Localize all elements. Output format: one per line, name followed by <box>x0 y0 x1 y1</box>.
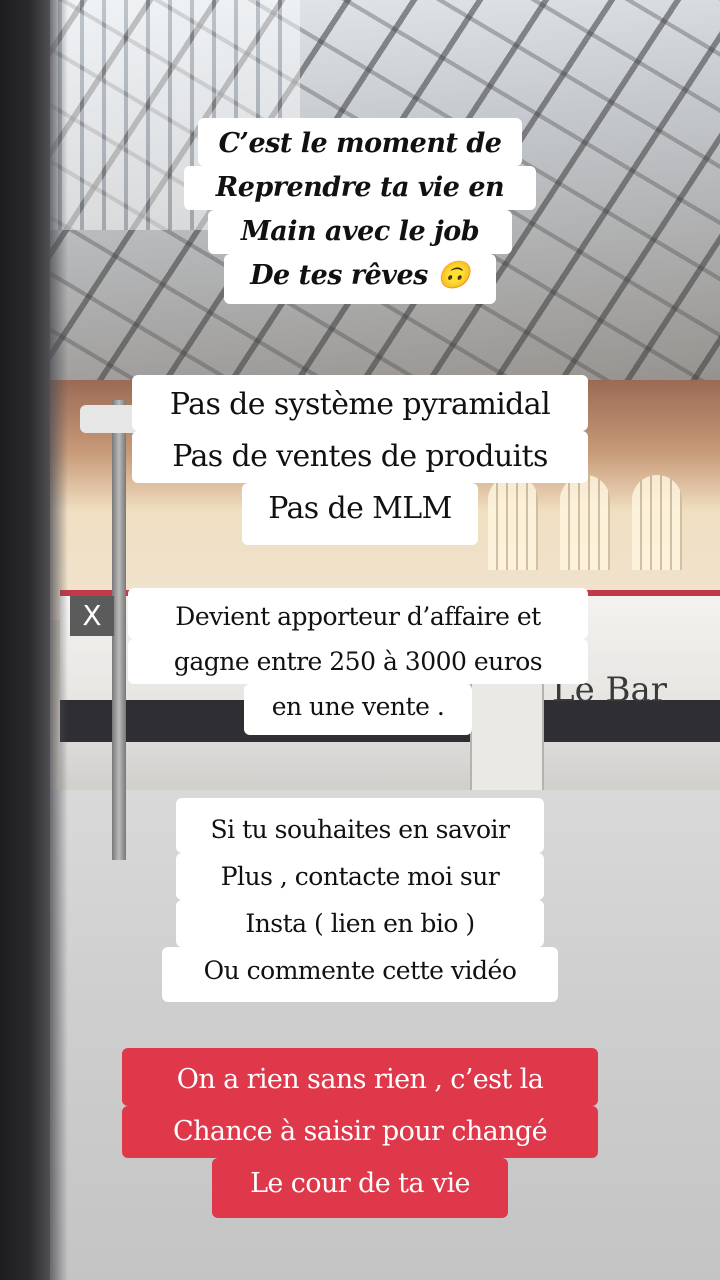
caption-line: On a rien sans rien , c’est la <box>122 1048 598 1106</box>
caption-line: Plus , contacte moi sur <box>176 853 544 900</box>
caption-line: Ou commente cette vidéo <box>162 947 558 1002</box>
caption-line: Reprendre ta vie en <box>184 166 536 210</box>
train-window-frame <box>0 0 50 1280</box>
caption-offer: Devient apporteur d’affaire et gagne ent… <box>128 588 588 735</box>
caption-line: gagne entre 250 à 3000 euros <box>128 639 588 684</box>
caption-contact: Si tu souhaites en savoir Plus , contact… <box>162 798 558 1002</box>
x-sign: X <box>70 596 114 636</box>
window-frame-shadow <box>50 0 68 1280</box>
caption-line: Pas de MLM <box>242 483 478 545</box>
caption-intro: C’est le moment de Reprendre ta vie en M… <box>184 118 536 304</box>
caption-line: Chance à saisir pour changé <box>122 1106 598 1158</box>
lamp-head <box>80 405 140 433</box>
caption-line: Devient apporteur d’affaire et <box>128 588 588 639</box>
caption-line: Le cour de ta vie <box>212 1158 508 1218</box>
caption-closing: On a rien sans rien , c’est la Chance à … <box>122 1048 598 1218</box>
caption-line: De tes rêves 🙃 <box>224 254 496 304</box>
caption-line: en une vente . <box>244 684 472 735</box>
facade-window <box>632 475 682 570</box>
caption-line: Si tu souhaites en savoir <box>176 798 544 853</box>
caption-line: Insta ( lien en bio ) <box>176 900 544 947</box>
caption-line: C’est le moment de <box>198 118 522 166</box>
caption-line: Pas de système pyramidal <box>132 375 588 431</box>
lamp-pole <box>112 400 126 860</box>
caption-line: Main avec le job <box>208 210 512 254</box>
caption-no-list: Pas de système pyramidal Pas de ventes d… <box>132 375 588 545</box>
caption-line: Pas de ventes de produits <box>132 431 588 483</box>
